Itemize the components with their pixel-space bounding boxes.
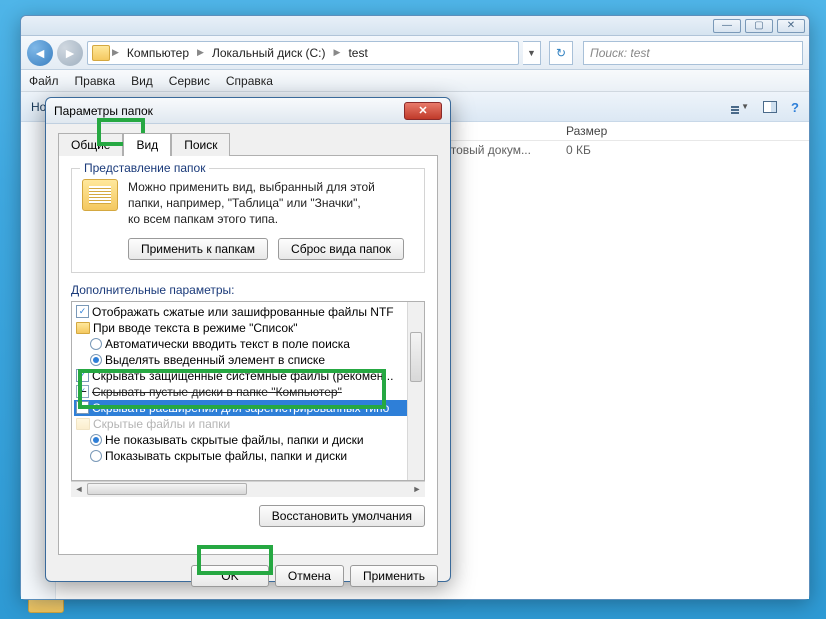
tree-item[interactable]: При вводе текста в режиме "Список": [74, 320, 422, 336]
tree-item-hide-extensions[interactable]: Скрывать расширения для зарегистрированн…: [74, 400, 422, 416]
cell-size: 0 КБ: [566, 143, 646, 157]
view-options-icon[interactable]: ▼: [731, 100, 749, 114]
horizontal-scrollbar[interactable]: ◄►: [71, 481, 425, 497]
titlebar: — ▢ ✕: [21, 16, 809, 36]
menubar: Файл Правка Вид Сервис Справка: [21, 70, 809, 92]
apply-button[interactable]: Применить: [350, 565, 438, 587]
tree-item[interactable]: Автоматически вводить текст в поле поиск…: [74, 336, 422, 352]
back-button[interactable]: ◄: [27, 40, 53, 66]
col-size[interactable]: Размер: [566, 124, 646, 138]
tab-view[interactable]: Вид: [123, 133, 171, 156]
restore-defaults-button[interactable]: Восстановить умолчания: [259, 505, 425, 527]
forward-button[interactable]: ►: [57, 40, 83, 66]
crumb-folder[interactable]: test: [342, 46, 373, 60]
checkbox-icon[interactable]: [76, 305, 89, 318]
group-description: Можно применить вид, выбранный для этой …: [128, 179, 375, 228]
reset-folders-button[interactable]: Сброс вида папок: [278, 238, 404, 260]
search-placeholder: Поиск: test: [590, 46, 650, 60]
checkbox-icon[interactable]: [76, 369, 89, 382]
close-button[interactable]: ✕: [777, 19, 805, 33]
minimize-button[interactable]: —: [713, 19, 741, 33]
tree-item[interactable]: Выделять введенный элемент в списке: [74, 352, 422, 368]
tab-search[interactable]: Поиск: [171, 133, 230, 156]
cancel-button[interactable]: Отмена: [275, 565, 344, 587]
breadcrumb[interactable]: ▶ Компьютер ▶ Локальный диск (C:) ▶ test: [87, 41, 519, 65]
radio-icon[interactable]: [90, 338, 102, 350]
help-icon[interactable]: ?: [791, 100, 799, 114]
folder-icon: [76, 418, 90, 430]
advanced-settings-label: Дополнительные параметры:: [71, 283, 425, 297]
breadcrumb-dropdown[interactable]: ▼: [523, 41, 541, 65]
refresh-button[interactable]: ↻: [549, 41, 573, 65]
apply-to-folders-button[interactable]: Применить к папкам: [128, 238, 268, 260]
dialog-title: Параметры папок: [54, 104, 153, 118]
nav-bar: ◄ ► ▶ Компьютер ▶ Локальный диск (C:) ▶ …: [21, 36, 809, 70]
dialog-titlebar: Параметры папок ✕: [46, 98, 450, 124]
menu-file[interactable]: Файл: [29, 74, 59, 88]
tree-item[interactable]: Скрывать защищенные системные файлы (рек…: [74, 368, 422, 384]
tree-item[interactable]: Скрытые файлы и папки: [74, 416, 422, 432]
search-input[interactable]: Поиск: test: [583, 41, 803, 65]
maximize-button[interactable]: ▢: [745, 19, 773, 33]
menu-view[interactable]: Вид: [131, 74, 153, 88]
checkbox-icon[interactable]: [76, 401, 89, 414]
tree-item[interactable]: Отображать сжатые или зашифрованные файл…: [74, 304, 422, 320]
menu-edit[interactable]: Правка: [75, 74, 116, 88]
menu-help[interactable]: Справка: [226, 74, 273, 88]
folder-icon: [92, 45, 110, 61]
crumb-drive[interactable]: Локальный диск (C:): [206, 46, 332, 60]
tree-item[interactable]: Не показывать скрытые файлы, папки и дис…: [74, 432, 422, 448]
crumb-computer[interactable]: Компьютер: [121, 46, 195, 60]
tab-general[interactable]: Общие: [58, 133, 123, 156]
vertical-scrollbar[interactable]: [407, 302, 424, 480]
folder-view-icon: [82, 179, 118, 211]
folder-options-dialog: Параметры папок ✕ Общие Вид Поиск Предст…: [45, 97, 451, 582]
folder-icon: [76, 322, 90, 334]
checkbox-icon[interactable]: [76, 385, 89, 398]
tree-item[interactable]: Скрывать пустые диски в папке "Компьютер…: [74, 384, 422, 400]
ok-button[interactable]: OK: [191, 565, 269, 587]
radio-icon[interactable]: [90, 354, 102, 366]
advanced-settings-tree[interactable]: Отображать сжатые или зашифрованные файл…: [71, 301, 425, 481]
tab-strip: Общие Вид Поиск: [46, 124, 450, 155]
tab-body: Представление папок Можно применить вид,…: [58, 155, 438, 555]
radio-icon[interactable]: [90, 434, 102, 446]
dialog-close-button[interactable]: ✕: [404, 102, 442, 120]
menu-tools[interactable]: Сервис: [169, 74, 210, 88]
radio-icon[interactable]: [90, 450, 102, 462]
group-title: Представление папок: [80, 161, 209, 175]
preview-pane-icon[interactable]: [763, 101, 777, 113]
tree-item[interactable]: Показывать скрытые файлы, папки и диски: [74, 448, 422, 464]
folder-views-group: Представление папок Можно применить вид,…: [71, 168, 425, 273]
